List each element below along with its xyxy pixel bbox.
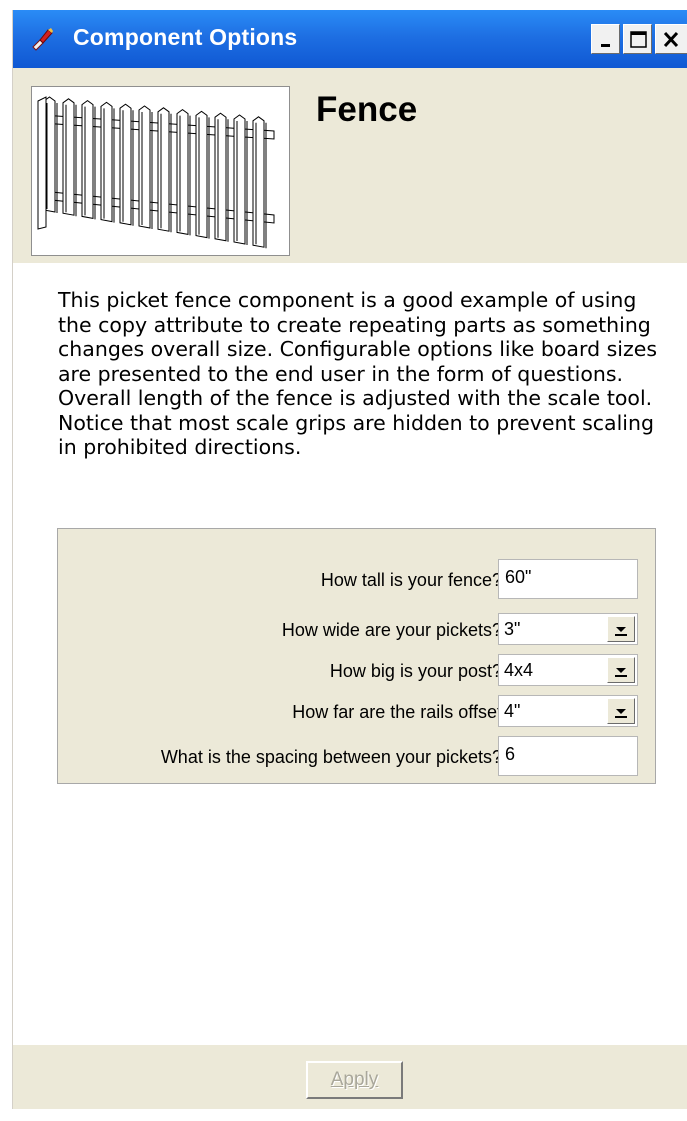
option-row-picket-spacing: What is the spacing between your pickets…: [58, 736, 657, 776]
chevron-down-icon: [615, 709, 627, 718]
title-bar[interactable]: Component Options: [13, 10, 687, 68]
rail-offset-select[interactable]: 4": [498, 695, 638, 727]
rail-offset-label: How far are the rails offset: [292, 702, 502, 722]
maximize-icon: [630, 31, 647, 48]
picket-spacing-label: What is the spacing between your pickets…: [160, 747, 502, 767]
component-header: Fence: [13, 68, 687, 263]
post-size-dropdown-button[interactable]: [607, 657, 635, 683]
picket-spacing-input[interactable]: 6: [498, 736, 638, 776]
picket-width-value: 3": [504, 619, 521, 639]
maximize-button[interactable]: [623, 24, 652, 54]
sketchup-app-icon: [32, 28, 53, 51]
dialog-footer: Apply: [13, 1045, 687, 1109]
option-row-rail-offset: How far are the rails offset 4": [58, 691, 657, 731]
close-button[interactable]: [655, 24, 687, 54]
option-row-fence-height: How tall is your fence? 60": [58, 559, 657, 599]
fence-height-input[interactable]: 60": [498, 559, 638, 599]
picket-width-label: How wide are your pickets?: [281, 620, 502, 640]
chevron-down-icon: [615, 668, 627, 677]
chevron-down-icon: [615, 627, 627, 636]
rail-offset-value: 4": [504, 701, 521, 721]
option-row-picket-width: How wide are your pickets? 3": [58, 609, 657, 649]
picket-fence-icon: [37, 96, 275, 249]
options-panel: How tall is your fence? 60" How wide are…: [57, 528, 656, 784]
minimize-button[interactable]: [591, 24, 620, 54]
post-size-label: How big is your post?: [329, 661, 502, 681]
component-name: Fence: [316, 90, 418, 129]
fence-height-label: How tall is your fence?: [320, 570, 502, 590]
picket-width-dropdown-button[interactable]: [607, 616, 635, 642]
component-options-window: Component Options Fence This picket fenc…: [12, 10, 687, 1109]
rail-offset-dropdown-button[interactable]: [607, 698, 635, 724]
option-row-post-size: How big is your post? 4x4: [58, 650, 657, 690]
apply-button[interactable]: Apply: [306, 1061, 403, 1099]
window-title: Component Options: [73, 24, 298, 50]
picket-width-select[interactable]: 3": [498, 613, 638, 645]
post-size-select[interactable]: 4x4: [498, 654, 638, 686]
minimize-icon: [601, 44, 610, 47]
close-icon: [663, 31, 679, 48]
post-size-value: 4x4: [504, 660, 534, 680]
component-description: This picket fence component is a good ex…: [58, 288, 658, 459]
component-thumbnail: [31, 86, 290, 256]
